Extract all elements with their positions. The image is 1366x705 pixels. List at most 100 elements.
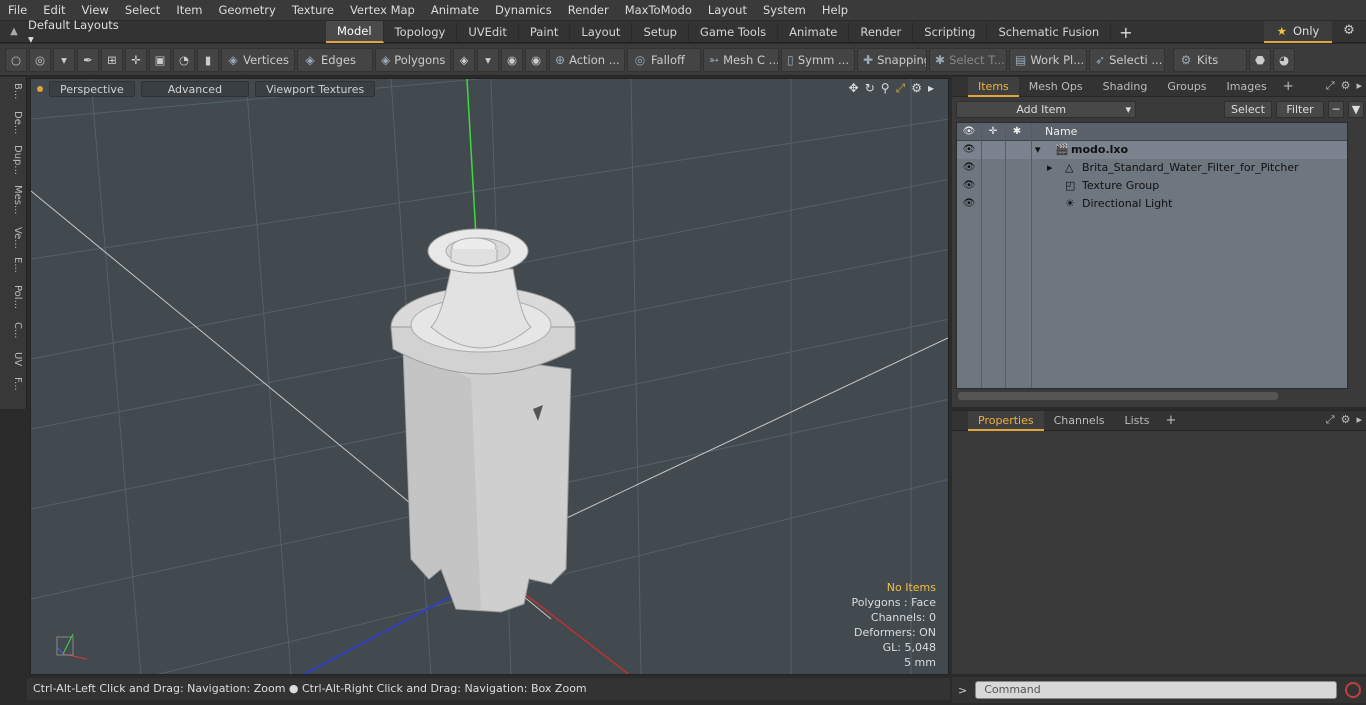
name-column-header[interactable]: Name <box>1045 123 1077 141</box>
funnel-icon[interactable]: ▼ <box>1348 100 1364 118</box>
material-icon[interactable]: ◉ <box>501 47 523 72</box>
work-plane-button[interactable]: ▤ Work Pl... <box>1009 47 1087 72</box>
menu-texture[interactable]: Texture <box>284 0 342 21</box>
filter-button[interactable]: Filter <box>1276 100 1324 118</box>
tab-lists[interactable]: Lists <box>1115 411 1160 431</box>
collapse-icon[interactable]: ─ <box>1328 100 1344 118</box>
selection-sets-button[interactable]: ➶ Selecti ... <box>1089 47 1165 72</box>
kits-button[interactable]: ⚙ Kits <box>1173 47 1247 72</box>
tab-topology[interactable]: Topology <box>384 22 458 42</box>
collapse-arrow-icon[interactable]: ▸ <box>1047 159 1053 177</box>
left-tab-vertex[interactable]: Ve... <box>3 227 23 249</box>
perspective-button[interactable]: Perspective <box>49 81 135 97</box>
zoom-icon[interactable]: ⚲ <box>881 81 890 96</box>
tab-mesh-ops[interactable]: Mesh Ops <box>1019 77 1093 97</box>
shield-icon[interactable]: ▮ <box>197 47 219 72</box>
left-tab-mesh-edit[interactable]: Mes... <box>3 185 23 215</box>
left-tab-polygon[interactable]: Pol... <box>3 285 23 309</box>
material2-icon[interactable]: ◉ <box>525 47 547 72</box>
tab-shading[interactable]: Shading <box>1093 77 1158 97</box>
tree-horizontal-scrollbar[interactable] <box>956 390 1348 402</box>
tree-row-light[interactable]: 👁 ☀ Directional Light <box>957 195 1347 213</box>
select-through-button[interactable]: ✱ Select T... <box>929 47 1007 72</box>
pen-icon[interactable]: ▾ <box>53 47 75 72</box>
eye-icon[interactable]: 👁 <box>957 195 981 213</box>
tab-items[interactable]: Items <box>968 76 1019 97</box>
gear-icon[interactable]: ⚙ <box>1338 23 1360 41</box>
left-tab-fusion[interactable]: F... <box>3 377 23 391</box>
menu-help[interactable]: Help <box>814 0 856 21</box>
tab-layout[interactable]: Layout <box>570 22 633 42</box>
tab-model[interactable]: Model <box>326 21 384 43</box>
circle-select-icon[interactable]: ○ <box>5 47 27 72</box>
tab-setup[interactable]: Setup <box>632 22 689 42</box>
filter-model[interactable] <box>390 228 576 613</box>
select-button[interactable]: Select <box>1224 100 1272 118</box>
eye-icon[interactable]: 👁 <box>957 159 981 177</box>
add-item-dropdown[interactable]: Add Item ▾ <box>956 100 1136 118</box>
tab-groups[interactable]: Groups <box>1157 77 1216 97</box>
panel-gear-icon[interactable]: ⚙ <box>1341 413 1351 427</box>
symmetry-button[interactable]: ▯ Symm ... <box>781 47 855 72</box>
edges-button[interactable]: ◈ Edges <box>297 47 373 72</box>
tab-channels[interactable]: Channels <box>1044 411 1115 431</box>
viewport-expand-icon[interactable]: ▸ <box>928 81 934 96</box>
menu-geometry[interactable]: Geometry <box>211 0 284 21</box>
menu-maxtomodo[interactable]: MaxToModo <box>617 0 700 21</box>
tab-render[interactable]: Render <box>849 22 914 42</box>
type-column-icon[interactable]: ✱ <box>1005 123 1029 140</box>
lock-column-icon[interactable]: ✛ <box>981 123 1005 140</box>
tab-animate[interactable]: Animate <box>778 22 850 42</box>
expand-arrow-icon[interactable]: ▾ <box>1035 141 1041 159</box>
menu-animate[interactable]: Animate <box>423 0 487 21</box>
menu-vertex-map[interactable]: Vertex Map <box>342 0 423 21</box>
brush-icon[interactable]: ✒ <box>77 47 99 72</box>
menu-layout[interactable]: Layout <box>700 0 755 21</box>
transform-icon[interactable]: ⊞ <box>101 47 123 72</box>
tree-row-mesh[interactable]: 👁 ▸ △ Brita_Standard_Water_Filter_for_Pi… <box>957 159 1347 177</box>
tree-row-scene[interactable]: 👁 ▾ 🎬 modo.lxo <box>957 141 1347 159</box>
menu-dynamics[interactable]: Dynamics <box>487 0 560 21</box>
tab-game-tools[interactable]: Game Tools <box>689 22 779 42</box>
tab-paint[interactable]: Paint <box>519 22 571 42</box>
scale-circle-icon[interactable]: ◔ <box>173 47 195 72</box>
expand-panel-icon[interactable]: ⤢ <box>1326 79 1335 93</box>
tree-row-texture-group[interactable]: 👁 ◰ Texture Group <box>957 177 1347 195</box>
chevron-down-icon[interactable]: ▾ <box>477 47 499 72</box>
record-macro-icon[interactable] <box>1345 682 1362 698</box>
panel-gear-icon[interactable]: ⚙ <box>1341 79 1351 93</box>
left-tab-curve[interactable]: C... <box>3 322 23 339</box>
snapping-button[interactable]: ✚ Snapping <box>857 47 927 72</box>
eye-icon[interactable]: 👁 <box>957 141 981 159</box>
left-tab-duplicate[interactable]: Dup... <box>3 145 23 175</box>
default-layouts-dropdown[interactable]: Default Layouts ▾ <box>28 18 128 46</box>
advanced-button[interactable]: Advanced <box>140 81 250 97</box>
fit-icon[interactable]: ⤢ <box>896 81 906 96</box>
add-properties-tab-icon[interactable]: + <box>1159 413 1182 428</box>
mesh-constraint-button[interactable]: ➳ Mesh C ... <box>703 47 779 72</box>
action-center-button[interactable]: ⊕ Action ... <box>549 47 625 72</box>
globe-icon[interactable]: ◎ <box>29 47 51 72</box>
only-toggle[interactable]: ★ Only <box>1264 21 1332 43</box>
visibility-column-icon[interactable]: 👁 <box>957 123 981 140</box>
rotate-box-icon[interactable]: ▣ <box>149 47 171 72</box>
menu-item[interactable]: Item <box>168 0 210 21</box>
scrollbar-thumb[interactable] <box>958 392 1278 400</box>
viewport-textures-button[interactable]: Viewport Textures <box>255 81 376 97</box>
move-icon[interactable]: ✛ <box>125 47 147 72</box>
left-tab-uv[interactable]: UV <box>3 352 23 366</box>
tab-properties[interactable]: Properties <box>968 410 1044 431</box>
eye-icon[interactable]: 👁 <box>957 177 981 195</box>
left-tab-deform[interactable]: De... <box>3 111 23 134</box>
panel-menu-icon[interactable]: ▸ <box>1356 413 1362 427</box>
left-tab-edge[interactable]: E... <box>3 257 23 273</box>
3d-viewport[interactable]: Perspective Advanced Viewport Textures ✥… <box>30 78 949 675</box>
item-mode-icon[interactable]: ◈ <box>453 47 475 72</box>
expand-panel-icon[interactable]: ⤢ <box>1326 413 1335 427</box>
left-tab-basic[interactable]: B... <box>3 83 23 99</box>
unreal-icon[interactable]: ◕ <box>1273 47 1295 72</box>
menu-render[interactable]: Render <box>560 0 617 21</box>
tab-schematic-fusion[interactable]: Schematic Fusion <box>987 22 1112 42</box>
panel-menu-icon[interactable]: ▸ <box>1356 79 1362 93</box>
layout-up-icon[interactable]: ▲ <box>0 26 28 37</box>
